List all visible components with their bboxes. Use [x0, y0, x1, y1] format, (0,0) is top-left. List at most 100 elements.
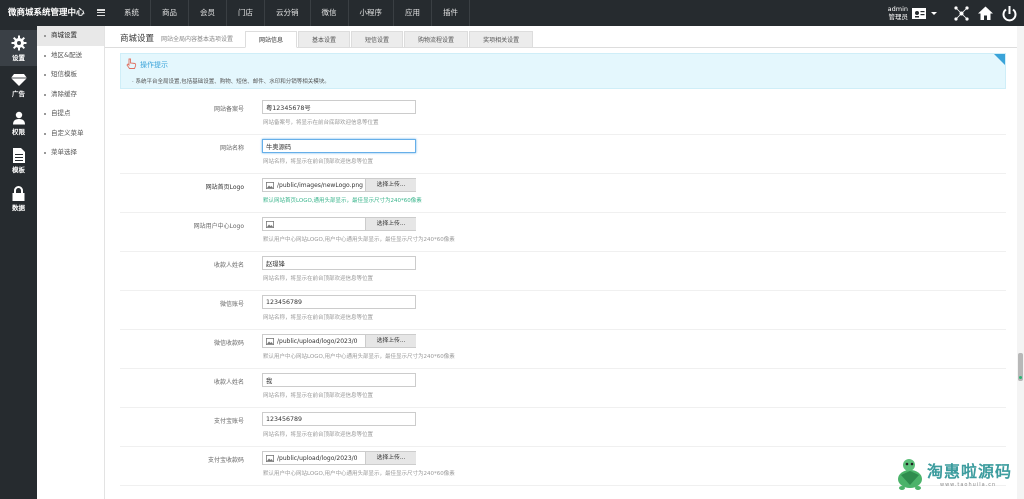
site-name-input[interactable] [262, 139, 416, 153]
leftbar-item-settings[interactable]: 设置 [0, 30, 37, 66]
tab-site-info[interactable]: 网站信息 [245, 31, 298, 48]
topnav-item-member[interactable]: 会员 [189, 0, 227, 26]
gear-icon [11, 35, 26, 51]
turtle-logo-icon [898, 459, 922, 490]
watermark-url: www.taohuila.cn [940, 482, 997, 488]
hand-pointer-icon [126, 58, 137, 69]
form-row-home-logo: 网站首页Logo /public/images/newLogo.png 选择上传… [120, 174, 1006, 213]
operation-tips: 操作提示 · 系统平台全局设置,包括基础设置、购物、短信、邮件、水印和分销等相关… [120, 53, 1006, 89]
tab-basic-settings[interactable]: 基本设置 [298, 31, 351, 48]
form-row-alipay-account: 支付宝账号 网站名称，将显示在前台顶部欢迎信息等位置 [120, 408, 1006, 447]
payee-name-input[interactable] [262, 256, 416, 270]
admin-info[interactable]: admin 管理员 [882, 5, 908, 21]
form-label: 微信账号 [219, 301, 244, 308]
top-bar: 微商城系统管理中心 系统 商品 会员 门店 云分销 微信 小程序 应用 插件 a… [0, 0, 1024, 26]
subnav-item-region-shipping[interactable]: 地区&配送 [37, 46, 104, 66]
icp-number-input[interactable] [262, 100, 416, 114]
power-icon[interactable] [1001, 5, 1018, 22]
subnav-item-sms-template[interactable]: 短信模板 [37, 65, 104, 85]
wechat-account-input[interactable] [262, 295, 416, 309]
form-label: 收款人姓名 [213, 379, 244, 386]
topnav-item-distribution[interactable]: 云分销 [265, 0, 311, 26]
upload-button[interactable]: 选择上传... [365, 218, 416, 230]
form-label: 网站名称 [219, 145, 244, 152]
tab-sms-settings[interactable]: 短信设置 [351, 31, 404, 48]
tab-reward-settings[interactable]: 奖项相关设置 [469, 31, 534, 48]
main-content: 商城设置 网站全局内容基本选项设置 网站信息 基本设置 短信设置 购物流程设置 … [105, 26, 1017, 499]
image-icon [266, 338, 274, 345]
leftbar-label: 权限 [12, 128, 25, 136]
topnav-item-plugins[interactable]: 插件 [432, 0, 470, 26]
form-row-payee-name-2: 收款人姓名 网站名称，将显示在前台顶部欢迎信息等位置 [120, 369, 1006, 408]
sub-sidebar: 商城设置 地区&配送 短信模板 清除缓存 自提点 自定义菜单 菜单选择 [37, 26, 105, 499]
form-label: 网站首页Logo [205, 184, 244, 191]
watermark-text: 淘惠啦源码 [927, 462, 1013, 481]
leftbar-item-permission[interactable]: 权限 [0, 106, 37, 142]
form-label: 网站备案号 [213, 106, 244, 113]
leftbar-item-template[interactable]: 模板 [0, 143, 37, 179]
form-hint: 网站名称，将显示在前台顶部欢迎信息等位置 [263, 393, 374, 399]
upload-button[interactable]: 选择上传... [365, 335, 416, 347]
tab-bar: 网站信息 基本设置 短信设置 购物流程设置 奖项相关设置 [245, 31, 534, 48]
leftbar-item-ads[interactable]: 广告 [0, 68, 37, 104]
home-logo-file-field: /public/images/newLogo.png 选择上传... [262, 178, 416, 192]
form-label: 收款人姓名 [213, 262, 244, 269]
alipay-account-input[interactable] [262, 412, 416, 426]
form-hint: 网站名称，将显示在前台顶部欢迎信息等位置 [263, 159, 374, 165]
subnav-item-menu-select[interactable]: 菜单选择 [37, 143, 104, 163]
diamond-icon [10, 74, 27, 86]
upload-button[interactable]: 选择上传... [365, 452, 416, 464]
form-row-payee-name: 收款人姓名 网站名称，将显示在前台顶部欢迎信息等位置 [120, 252, 1006, 291]
upload-button[interactable]: 选择上传... [365, 179, 416, 191]
form-hint: 网站备案号，将显示在前台底部欢迎信息等位置 [263, 120, 379, 126]
form-label: 支付宝收款码 [207, 457, 244, 464]
tips-text: · 系统平台全局设置,包括基础设置、购物、短信、邮件、水印和分销等相关模块。 [132, 79, 330, 85]
admin-name: admin [887, 5, 908, 13]
form-row-wechat-account: 微信账号 网站名称，将显示在前台顶部欢迎信息等位置 [120, 291, 1006, 330]
tips-title: 操作提示 [140, 61, 168, 69]
form-label: 网站用户中心Logo [193, 223, 244, 230]
subnav-item-custom-menu[interactable]: 自定义菜单 [37, 124, 104, 144]
sitemap-icon[interactable] [953, 5, 970, 22]
form-hint: 网站名称，将显示在前台顶部欢迎信息等位置 [263, 315, 374, 321]
subnav-item-store-settings[interactable]: 商城设置 [37, 26, 104, 46]
form-label: 支付宝账号 [213, 418, 244, 425]
user-icon [12, 111, 25, 125]
page-scrollbar[interactable] [1017, 26, 1024, 499]
form-hint: 网站名称，将显示在前台顶部欢迎信息等位置 [263, 432, 374, 438]
leftbar-item-data[interactable]: 数据 [0, 181, 37, 217]
admin-role: 管理员 [888, 13, 909, 21]
home-icon[interactable] [977, 5, 994, 22]
lock-icon [12, 186, 25, 201]
leftbar-label: 模板 [12, 166, 25, 174]
admin-card-icon[interactable] [911, 5, 928, 22]
wechat-qrcode-file-field: /public/upload/logo/2023/0 选择上传... [262, 334, 416, 348]
page-title: 商城设置 [120, 34, 155, 44]
image-icon [266, 221, 274, 228]
leftbar-label: 数据 [12, 204, 25, 212]
menu-toggle-icon[interactable] [97, 9, 105, 17]
leftbar-label: 广告 [12, 90, 25, 98]
topnav-item-miniprogram[interactable]: 小程序 [349, 0, 394, 26]
subnav-item-clear-cache[interactable]: 清除缓存 [37, 85, 104, 105]
scrollbar-marker [1019, 376, 1022, 379]
file-path: /public/upload/logo/2023/0 [277, 338, 358, 345]
form-row-user-center-logo: 网站用户中心Logo 选择上传... 默认用户中心网站LOGO,用户中心通用头部… [120, 213, 1006, 252]
form-row-wechat-qrcode: 微信收款码 /public/upload/logo/2023/0 选择上传...… [120, 330, 1006, 369]
payee-name-2-input[interactable] [262, 373, 416, 387]
chevron-down-icon[interactable] [930, 5, 938, 22]
topnav-item-goods[interactable]: 商品 [151, 0, 189, 26]
form-hint: 默认用户中心网站LOGO,用户中心通用头部显示，最佳显示尺寸为240*60像素 [263, 237, 455, 243]
image-icon [266, 455, 274, 462]
topnav-item-wechat[interactable]: 微信 [311, 0, 349, 26]
topnav-item-system[interactable]: 系统 [113, 0, 151, 26]
topnav-item-apps[interactable]: 应用 [394, 0, 432, 26]
top-nav: 系统 商品 会员 门店 云分销 微信 小程序 应用 插件 [113, 0, 470, 26]
subnav-item-pickup-point[interactable]: 自提点 [37, 104, 104, 124]
page-subtitle: 网站全局内容基本选项设置 [161, 36, 234, 43]
left-icon-sidebar: 设置 广告 权限 模板 数据 [0, 26, 37, 499]
tab-shopping-flow[interactable]: 购物流程设置 [404, 31, 469, 48]
topnav-item-store[interactable]: 门店 [227, 0, 265, 26]
document-icon [12, 148, 25, 163]
watermark: 淘惠啦源码 www.taohuila.cn [895, 455, 1020, 495]
